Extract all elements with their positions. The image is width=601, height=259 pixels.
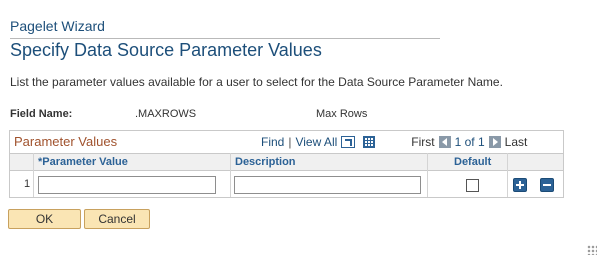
page-title: Specify Data Source Parameter Values	[10, 40, 322, 60]
row-count: 1 of 1	[454, 135, 485, 149]
grid-title: Parameter Values	[14, 134, 118, 149]
row-number: 1	[24, 178, 31, 190]
field-name-description: Max Rows	[316, 108, 368, 120]
add-row-icon[interactable]	[513, 178, 527, 192]
title-divider	[10, 38, 440, 39]
zoom-icon[interactable]	[341, 136, 356, 148]
column-divider	[507, 153, 508, 197]
default-checkbox[interactable]	[466, 179, 479, 192]
column-divider	[33, 153, 34, 197]
column-header-description: Description	[235, 156, 296, 168]
grid-header-row: *Parameter Value Description Default	[10, 153, 563, 171]
column-header-parameter-value: *Parameter Value	[38, 156, 128, 168]
ok-button[interactable]: OK	[8, 209, 81, 229]
prev-icon[interactable]	[438, 136, 451, 148]
column-divider	[230, 153, 231, 197]
column-divider	[427, 153, 428, 197]
find-link[interactable]: Find	[261, 135, 284, 149]
last-label: Last	[504, 135, 528, 149]
parameter-values-grid: Parameter Values Find | View All First 1…	[9, 130, 564, 198]
field-name-value: .MAXROWS	[135, 108, 197, 120]
grid-navigation: Find | View All First 1 of 1 Last	[261, 135, 527, 149]
cancel-button[interactable]: Cancel	[84, 209, 150, 229]
nav-separator: |	[288, 135, 292, 149]
next-icon[interactable]	[488, 136, 501, 148]
field-name-label: Field Name:	[10, 108, 73, 120]
column-header-default: Default	[454, 156, 492, 168]
parameter-value-input[interactable]	[38, 176, 216, 194]
description-input[interactable]	[234, 176, 421, 194]
download-grid-icon[interactable]	[363, 136, 376, 148]
resize-grip-icon[interactable]	[587, 245, 597, 255]
delete-row-icon[interactable]	[540, 178, 554, 192]
wizard-label: Pagelet Wizard	[10, 18, 105, 34]
first-label: First	[411, 135, 435, 149]
page-instructions: List the parameter values available for …	[10, 75, 503, 89]
view-all-link[interactable]: View All	[295, 135, 337, 149]
